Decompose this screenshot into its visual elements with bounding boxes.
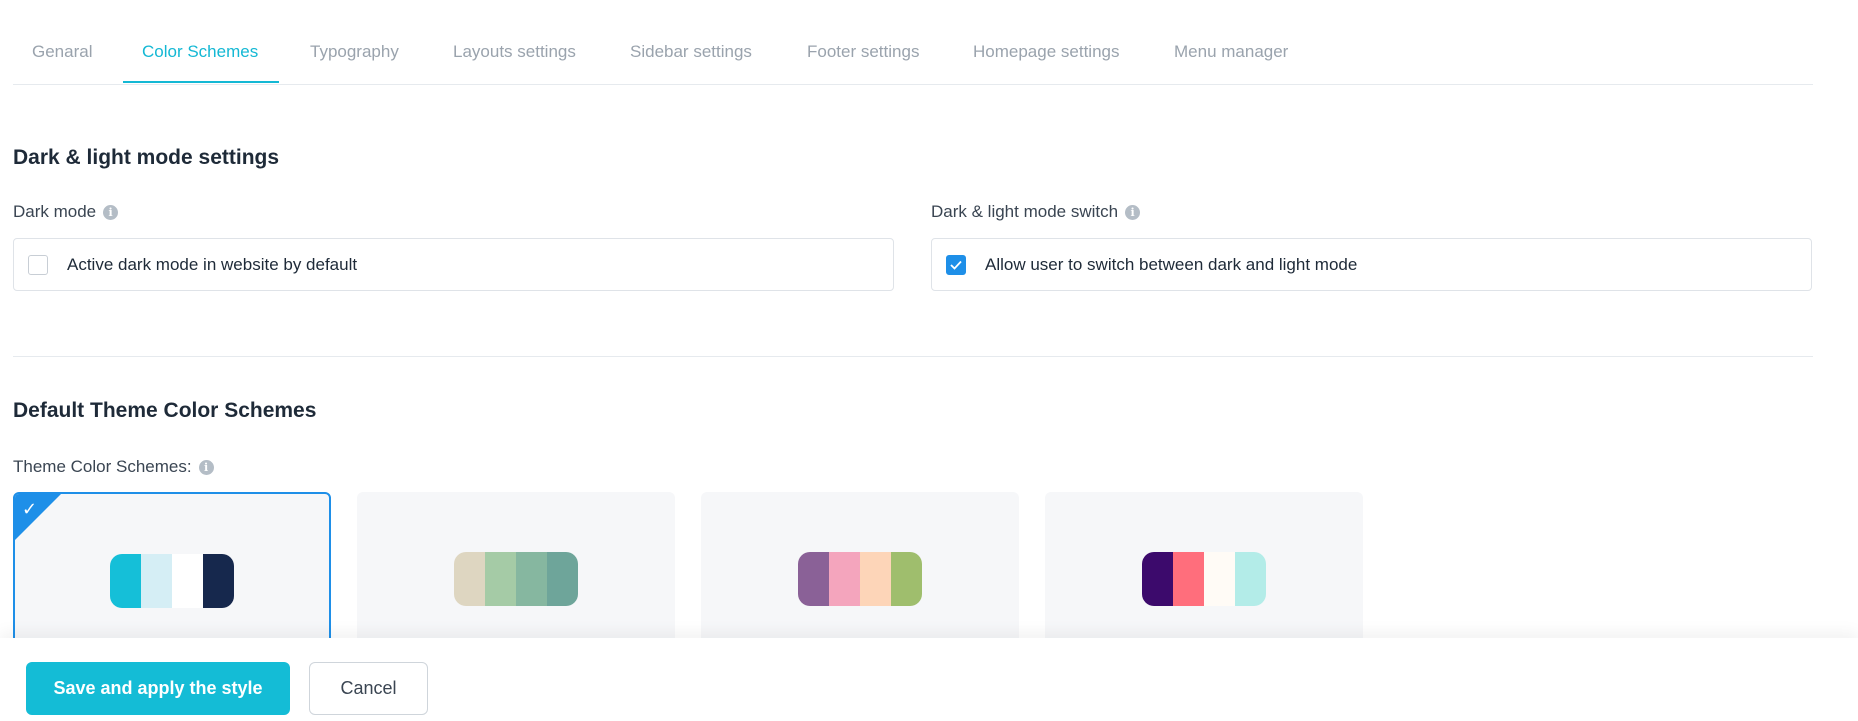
color-scheme-card[interactable]: ✓ — [13, 492, 331, 652]
tab-typography[interactable]: Typography — [310, 42, 399, 62]
tab-sidebar-settings[interactable]: Sidebar settings — [630, 42, 752, 62]
swatch-color — [516, 552, 547, 606]
checkmark-icon: ✓ — [22, 499, 38, 519]
mode-switch-option-text: Allow user to switch between dark and li… — [985, 254, 1358, 274]
tab-layouts-settings[interactable]: Layouts settings — [453, 42, 576, 62]
tab-footer-settings[interactable]: Footer settings — [807, 42, 919, 62]
swatch-color — [485, 552, 516, 606]
mode-switch-checkbox[interactable] — [946, 254, 966, 275]
color-swatch — [454, 552, 578, 606]
swatch-color — [203, 554, 234, 608]
swatch-color — [172, 554, 203, 608]
color-swatch — [110, 554, 234, 608]
action-footer: Save and apply the style Cancel — [0, 638, 1858, 721]
swatch-color — [454, 552, 485, 606]
selected-corner-badge — [15, 494, 63, 542]
tab-homepage-settings[interactable]: Homepage settings — [973, 42, 1119, 62]
dark-mode-checkbox[interactable] — [28, 254, 48, 275]
dark-mode-option-text: Active dark mode in website by default — [67, 254, 358, 274]
mode-switch-option[interactable]: Allow user to switch between dark and li… — [931, 238, 1812, 291]
dark-mode-option[interactable]: Active dark mode in website by default — [13, 238, 894, 291]
dark-mode-label-row: Dark mode i — [13, 202, 119, 222]
swatch-color — [1235, 552, 1266, 606]
color-swatch — [798, 552, 922, 606]
cancel-button[interactable]: Cancel — [309, 662, 428, 715]
swatch-color — [141, 554, 172, 608]
swatch-color — [110, 554, 141, 608]
settings-tabs: Genaral Color Schemes Typography Layouts… — [13, 0, 1813, 85]
mode-switch-label: Dark & light mode switch — [931, 202, 1119, 221]
swatch-color — [547, 552, 578, 606]
swatch-color — [829, 552, 860, 606]
info-icon[interactable]: i — [1125, 204, 1141, 220]
save-apply-button[interactable]: Save and apply the style — [26, 662, 290, 715]
dark-mode-label: Dark mode — [13, 202, 97, 221]
dark-light-section-title: Dark & light mode settings — [13, 146, 280, 169]
color-scheme-card[interactable] — [701, 492, 1019, 652]
mode-switch-label-row: Dark & light mode switch i — [931, 202, 1141, 222]
theme-schemes-label: Theme Color Schemes: — [13, 457, 192, 476]
swatch-color — [1173, 552, 1204, 606]
info-icon[interactable]: i — [198, 459, 214, 475]
theme-schemes-label-row: Theme Color Schemes: i — [13, 457, 214, 477]
section-divider — [13, 356, 1813, 357]
active-tab-indicator — [123, 81, 279, 83]
color-scheme-card[interactable] — [357, 492, 675, 652]
tab-color-schemes[interactable]: Color Schemes — [142, 42, 258, 62]
swatch-color — [1204, 552, 1235, 606]
checkmark-icon — [950, 260, 962, 270]
tab-general[interactable]: Genaral — [32, 42, 92, 62]
color-swatch — [1142, 552, 1266, 606]
color-scheme-card[interactable] — [1045, 492, 1363, 652]
swatch-color — [1142, 552, 1173, 606]
swatch-color — [891, 552, 922, 606]
info-icon[interactable]: i — [103, 204, 119, 220]
swatch-color — [860, 552, 891, 606]
swatch-color — [798, 552, 829, 606]
tab-menu-manager[interactable]: Menu manager — [1174, 42, 1288, 62]
color-schemes-section-title: Default Theme Color Schemes — [13, 399, 317, 422]
